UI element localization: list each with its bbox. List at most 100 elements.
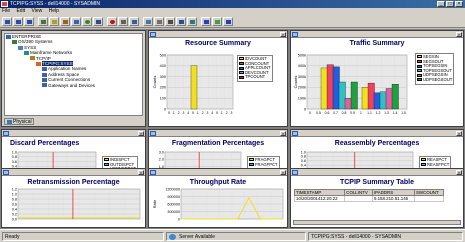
x-tick-label: 0.8	[342, 111, 347, 115]
menu-file[interactable]: File	[2, 8, 10, 14]
menu-help[interactable]: Help	[49, 8, 59, 14]
legend-swatch	[239, 71, 244, 75]
chart-icon	[146, 20, 151, 24]
y-tick-label: 0.2	[12, 212, 17, 216]
tree-button[interactable]	[38, 17, 48, 26]
globe-button[interactable]	[82, 17, 92, 26]
menu-edit[interactable]: Edit	[16, 8, 25, 14]
x-tick-label: 1.3	[384, 111, 389, 115]
back-button[interactable]	[2, 17, 12, 26]
pane-header: ×	[291, 130, 463, 137]
close-view-button[interactable]: ×	[138, 131, 144, 136]
tree-item-label: ENTERPRISE	[12, 34, 42, 39]
server-icon	[169, 234, 176, 240]
traffic-summary-pane: × Traffic Summary 0 100k 200k 300k 400k 500k C…	[290, 30, 464, 127]
close-view-button[interactable]: ×	[456, 170, 462, 175]
x-tick-label: 4	[211, 111, 213, 115]
navigator-tree: ENTERPRISE OS/390 Systems SYSS Mainframe Ne…	[4, 33, 143, 116]
app-icon	[1, 1, 8, 7]
close-view-button[interactable]: ×	[280, 131, 286, 136]
copy-button[interactable]	[49, 17, 59, 26]
close-view-button[interactable]: ×	[456, 131, 462, 136]
x-tick-label: 0.6	[325, 111, 330, 115]
y-tick-label: 400	[160, 64, 166, 68]
view-icon	[150, 32, 156, 37]
grid-button[interactable]	[187, 17, 197, 26]
resource-summary-chart: 0100200300400500Counts0 1 2 3 4 0 1 2 3 4 0 1 2 3	[152, 53, 234, 115]
throughput-chart: 0 300000 600000 900000 1200000 Rate	[152, 187, 284, 221]
menu-view[interactable]: View	[31, 8, 42, 14]
y-tick-label: 0.0	[12, 217, 17, 221]
tree-icon	[41, 20, 46, 24]
reassembly-title: Reassembly Percentages	[334, 140, 420, 147]
bar-chart-button[interactable]	[176, 17, 186, 26]
workspace-button[interactable]	[118, 17, 128, 26]
close-view-button[interactable]: ×	[280, 32, 286, 37]
legend-swatch	[417, 69, 422, 73]
y-tick-label: 400k	[298, 64, 306, 68]
y-tick-label: 1200000	[165, 187, 180, 191]
legend-swatch	[417, 73, 422, 77]
filter-icon	[157, 20, 162, 24]
paste-button[interactable]	[60, 17, 70, 26]
view-icon	[292, 170, 298, 175]
legend-swatch	[249, 158, 254, 162]
help-icon	[226, 20, 231, 24]
window-title: TCPIPG:SYSS - dell14000 - SYSADMIN	[10, 1, 101, 7]
y-tick-label: 1.0	[12, 150, 17, 154]
monitor-button[interactable]	[71, 17, 81, 26]
throughput-pane-content: × Throughput Rate 0 300000 600000 900000 12000…	[148, 168, 288, 228]
stop-icon	[110, 20, 115, 24]
forward-button[interactable]	[13, 17, 23, 26]
legend-swatch	[421, 162, 426, 166]
tree-item-label: OS/390 Systems	[18, 39, 53, 45]
filter-button[interactable]	[154, 17, 164, 26]
link-icon	[215, 20, 220, 24]
tab-physical[interactable]: Physical	[4, 118, 34, 125]
refresh-button[interactable]	[24, 17, 34, 26]
tree-item[interactable]: Gateways and Devices	[6, 83, 142, 88]
close-view-button[interactable]: ×	[280, 170, 286, 175]
table-button[interactable]	[201, 17, 211, 26]
maximize-button[interactable]: □	[446, 1, 454, 7]
x-tick-label: 3	[206, 111, 208, 115]
close-view-button[interactable]: ×	[456, 32, 462, 37]
retransmission-chart: 0.00.20.40.60.81.01.2	[12, 187, 141, 221]
network-button[interactable]	[93, 17, 103, 26]
close-button[interactable]: ×	[455, 1, 463, 7]
window-icon	[132, 20, 137, 24]
y-tick-label: 0.6	[12, 202, 17, 206]
help-button[interactable]	[223, 17, 233, 26]
y-tick-label: 0.6	[301, 159, 306, 163]
tree-node-icon	[12, 40, 17, 45]
y-tick-label: 200k	[298, 86, 306, 90]
window-button[interactable]	[129, 17, 139, 26]
stop-button[interactable]	[107, 17, 117, 26]
retransmission-pane-content: × Retransmission Percentage 0.0 0.2 0.4 0.6 0.…	[1, 168, 146, 228]
close-view-button[interactable]: ×	[138, 170, 144, 175]
toolbar	[0, 15, 465, 28]
pane-header: ×	[149, 169, 287, 176]
view-icon	[292, 32, 298, 37]
workspace-icon	[121, 20, 126, 24]
minimize-button[interactable]: _	[437, 1, 445, 7]
legend-label: TPCOUNT	[245, 74, 266, 80]
x-tick-label: 1.1	[367, 111, 372, 115]
legend-swatch	[417, 64, 422, 68]
chart-button[interactable]	[143, 17, 153, 26]
find-button[interactable]	[165, 17, 175, 26]
y-tick-label: 900000	[167, 195, 180, 199]
legend-label: UDPSEGSOUT	[423, 76, 453, 82]
y-tick-label: 200	[160, 86, 166, 90]
y-tick-label: 1.2	[12, 187, 17, 191]
horizontal-scrollbar[interactable]	[293, 220, 461, 225]
table-row[interactable]: 10/20/2001412:20:22 9.158.210.51.146	[293, 195, 445, 202]
bar	[332, 66, 340, 110]
fragmentation-title: Fragmentation Percentages	[171, 140, 265, 147]
title-bar: TCPIPG:SYSS - dell14000 - SYSADMIN _ □ ×	[0, 0, 465, 8]
link-button[interactable]	[212, 17, 222, 26]
y-tick-label: 100	[160, 97, 166, 101]
resource-summary-pane: × Resource Summary 0 100 200 300 400 500 Count…	[148, 30, 288, 127]
legend-swatch	[104, 158, 109, 162]
x-tick-label: 1	[360, 111, 362, 115]
